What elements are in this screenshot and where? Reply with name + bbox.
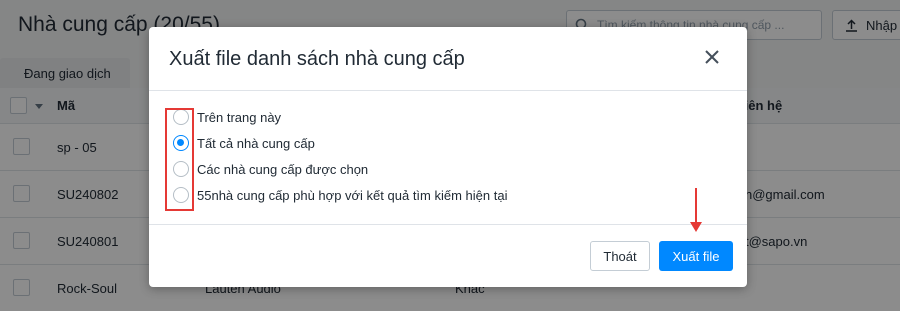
modal-title: Xuất file danh sách nhà cung cấp — [169, 48, 465, 70]
option-all-suppliers[interactable]: Tất cả nhà cung cấp — [173, 132, 315, 154]
close-icon[interactable] — [702, 47, 722, 67]
annotation-highlight-box — [165, 108, 194, 211]
option-label: Tất cả nhà cung cấp — [197, 135, 315, 151]
option-selected-suppliers[interactable]: Các nhà cung cấp được chọn — [173, 158, 368, 180]
option-search-results[interactable]: 55nhà cung cấp phù hợp với kết quả tìm k… — [173, 184, 507, 206]
export-options: Trên trang này Tất cả nhà cung cấp Các n… — [149, 91, 747, 225]
option-label: Trên trang này — [197, 109, 282, 125]
option-label: 55nhà cung cấp phù hợp với kết quả tìm k… — [197, 187, 508, 203]
export-button[interactable]: Xuất file — [659, 241, 733, 271]
modal-footer: Thoát Xuất file — [149, 225, 747, 286]
export-modal: Xuất file danh sách nhà cung cấp Trên tr… — [149, 27, 747, 287]
option-label: Các nhà cung cấp được chọn — [197, 161, 369, 177]
arrow-down-icon — [690, 188, 702, 232]
cancel-button[interactable]: Thoát — [590, 241, 650, 271]
modal-header: Xuất file danh sách nhà cung cấp — [149, 27, 747, 91]
